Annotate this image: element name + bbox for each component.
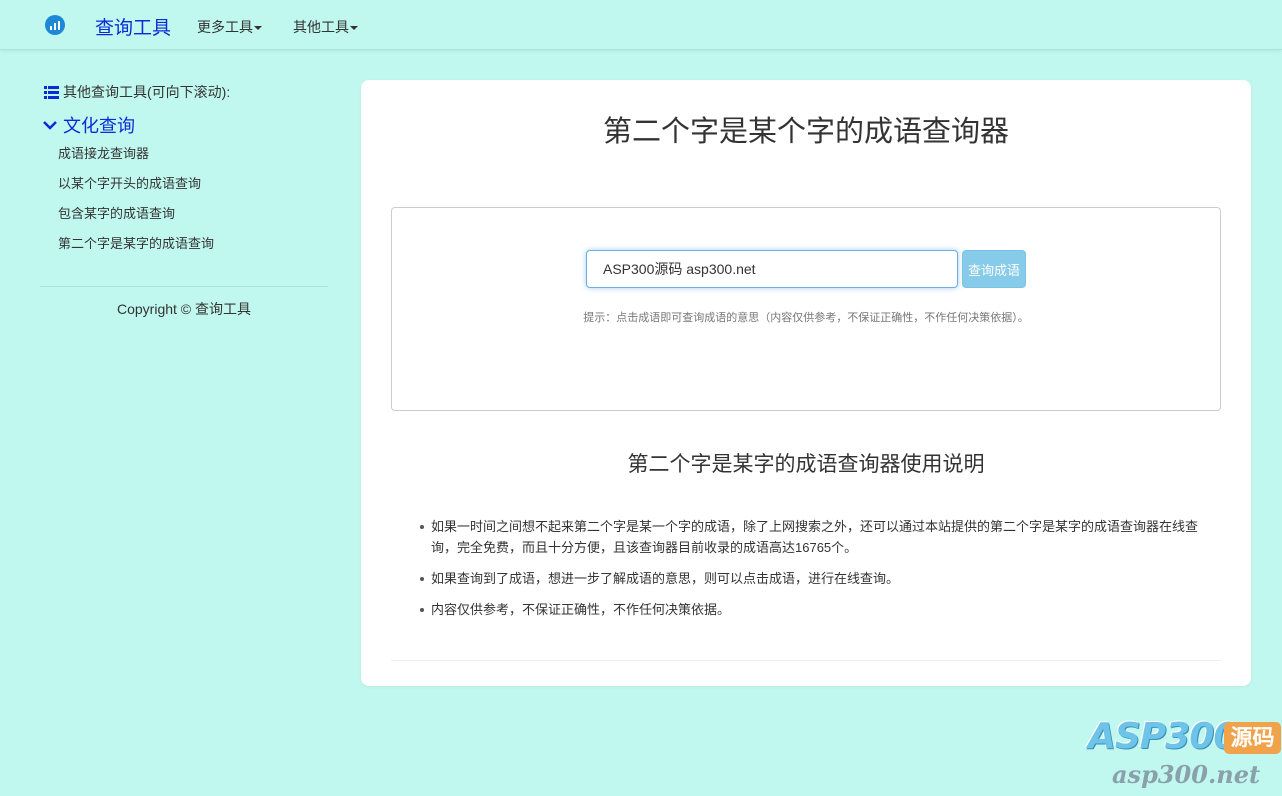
- other-tools-menu[interactable]: 其他工具: [293, 17, 358, 37]
- caret-down-icon: [350, 26, 358, 31]
- list-item: 内容仅供参考，不保证正确性，不作任何决策依据。: [420, 599, 1221, 620]
- search-hint: 提示：点击成语即可查询成语的意思（内容仅供参考，不保证正确性，不作任何决策依据）…: [583, 312, 1029, 324]
- sidebar-item-starts-with[interactable]: 以某个字开头的成语查询: [58, 173, 201, 192]
- sidebar-category-label: 文化查询: [63, 116, 135, 136]
- top-navbar: 查询工具 更多工具 其他工具: [0, 0, 1282, 50]
- page-title: 第二个字是某个字的成语查询器: [602, 116, 1009, 148]
- chevron-down-icon: [43, 121, 57, 130]
- search-button[interactable]: 查询成语: [962, 250, 1026, 288]
- search-input[interactable]: [586, 250, 958, 288]
- watermark-badge: 源码: [1224, 722, 1281, 754]
- usage-title: 第二个字是某字的成语查询器使用说明: [627, 453, 985, 476]
- watermark-logo: ASP300: [1088, 716, 1238, 757]
- sidebar-header-label: 其他查询工具(可向下滚动):: [63, 84, 231, 100]
- list-icon: [44, 85, 59, 99]
- watermark-url: asp300.net: [1112, 760, 1261, 789]
- usage-list: 如果一时间之间想不起来第二个字是某一个字的成语，除了上网搜索之外，还可以通过本站…: [420, 516, 1221, 630]
- brand-link[interactable]: 查询工具: [95, 13, 171, 40]
- list-item: 如果查询到了成语，想进一步了解成语的意思，则可以点击成语，进行在线查询。: [420, 568, 1221, 589]
- logo-chart-icon[interactable]: [45, 15, 65, 35]
- sidebar-item-contains[interactable]: 包含某字的成语查询: [58, 203, 175, 222]
- sidebar-divider: [40, 286, 328, 287]
- list-item: 如果一时间之间想不起来第二个字是某一个字的成语，除了上网搜索之外，还可以通过本站…: [420, 516, 1221, 558]
- caret-down-icon: [254, 26, 262, 31]
- card-divider: [391, 660, 1221, 661]
- sidebar-item-idiom-chain[interactable]: 成语接龙查询器: [58, 143, 149, 162]
- search-panel: 查询成语 提示：点击成语即可查询成语的意思（内容仅供参考，不保证正确性，不作任何…: [391, 207, 1221, 411]
- sidebar-category[interactable]: 文化查询: [42, 112, 135, 138]
- more-tools-menu[interactable]: 更多工具: [197, 17, 262, 37]
- sidebar-item-second-char[interactable]: 第二个字是某字的成语查询: [58, 233, 214, 252]
- copyright: Copyright © 查询工具: [116, 301, 251, 317]
- main-card: 第二个字是某个字的成语查询器 查询成语 提示：点击成语即可查询成语的意思（内容仅…: [361, 80, 1251, 686]
- more-tools-label: 更多工具: [197, 19, 253, 35]
- other-tools-label: 其他工具: [293, 19, 349, 35]
- sidebar-header: 其他查询工具(可向下滚动):: [44, 82, 230, 102]
